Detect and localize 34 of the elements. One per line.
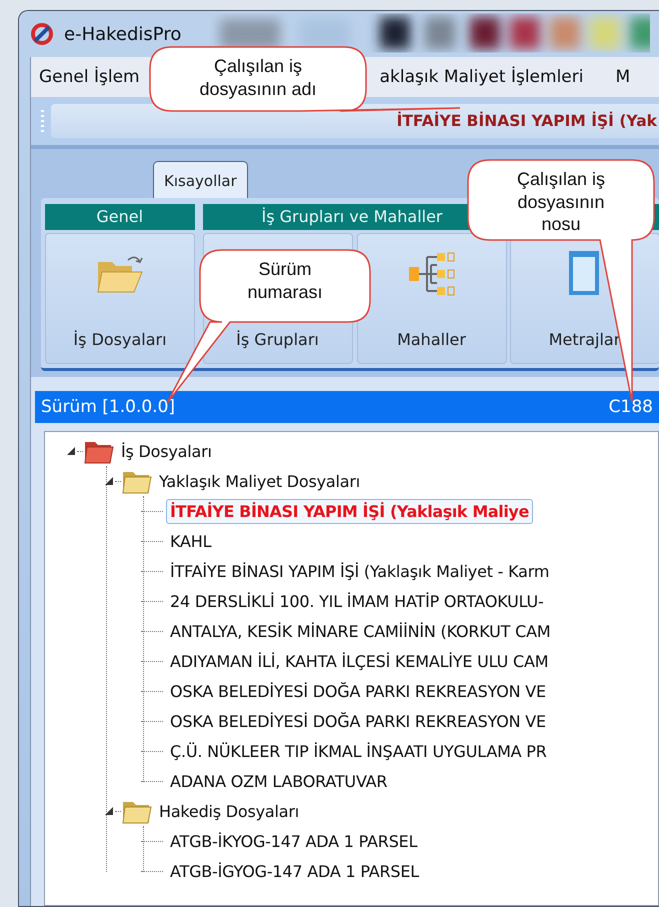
- tree-item[interactable]: ATGB-İKYOG-147 ADA 1 PARSEL: [166, 828, 422, 854]
- tree-item[interactable]: İTFAİYE BİNASI YAPIM İŞİ (Yaklaşık Maliyet - Karm: [166, 558, 554, 584]
- menu-item[interactable]: aklaşık Maliyet İşlemleri: [380, 67, 584, 87]
- tree-item[interactable]: İTFAİYE BİNASI YAPIM İŞİ (Yaklaşık Maliye: [166, 498, 533, 524]
- tree-item[interactable]: Hakediş Dosyaları: [155, 798, 303, 824]
- expand-arrow-icon[interactable]: [65, 445, 77, 457]
- file-number: C188: [608, 397, 653, 417]
- callout-text: Sürüm numarası: [246, 258, 324, 303]
- tree-item[interactable]: ADIYAMAN İLİ, KAHTA İLÇESİ KEMALİYE ULU CAM: [166, 648, 552, 674]
- callout-text: Çalışılan iş dosyasının adı: [198, 55, 318, 100]
- tree-item[interactable]: ADANA OZM LABORATUVAR: [166, 768, 392, 794]
- ribbon-button[interactable]: İş Dosyaları: [45, 233, 195, 364]
- ribbon-tab[interactable]: Kısayollar: [153, 161, 248, 198]
- menu-item[interactable]: M: [615, 67, 630, 87]
- grip-handle-icon[interactable]: [41, 109, 45, 133]
- tree-item[interactable]: OSKA BELEDİYESİ DOĞA PARKI REKREASYON VE: [166, 708, 550, 734]
- ribbon-button[interactable]: Mahaller: [356, 233, 506, 364]
- version-label: Sürüm [1.0.0.0]: [41, 397, 176, 417]
- tree-item[interactable]: Yaklaşık Maliyet Dosyaları: [155, 468, 364, 494]
- group-header: Genel: [45, 204, 194, 230]
- window-title: e-HakedisPro: [64, 24, 182, 44]
- tree-item[interactable]: OSKA BELEDİYESİ DOĞA PARKI REKREASYON VE: [166, 678, 550, 704]
- app-logo-icon: [30, 22, 54, 46]
- tree-item[interactable]: İş Dosyaları: [117, 438, 216, 464]
- tree-item[interactable]: 24 DERSLİKLİ 100. YIL İMAM HATİP ORTAOKULU-: [166, 588, 548, 614]
- current-file-name: İTFAİYE BİNASI YAPIM İŞİ (Yak: [396, 112, 658, 130]
- menu-item[interactable]: Genel İşlem: [39, 67, 140, 87]
- tree-item[interactable]: Ç.Ü. NÜKLEER TIP İKMAL İNŞAATI UYGULAMA PR: [166, 738, 551, 764]
- expand-arrow-icon[interactable]: [103, 805, 115, 817]
- tree-item[interactable]: ATGB-İGYOG-147 ADA 1 PARSEL: [166, 858, 423, 884]
- callout-text: Çalışılan iş dosyasının nosu: [516, 168, 606, 236]
- expand-arrow-icon[interactable]: [103, 475, 115, 487]
- tree-item[interactable]: ANTALYA, KESİK MİNARE CAMİİNİN (KORKUT CAM: [166, 618, 554, 644]
- tree-item[interactable]: KAHL: [166, 528, 216, 554]
